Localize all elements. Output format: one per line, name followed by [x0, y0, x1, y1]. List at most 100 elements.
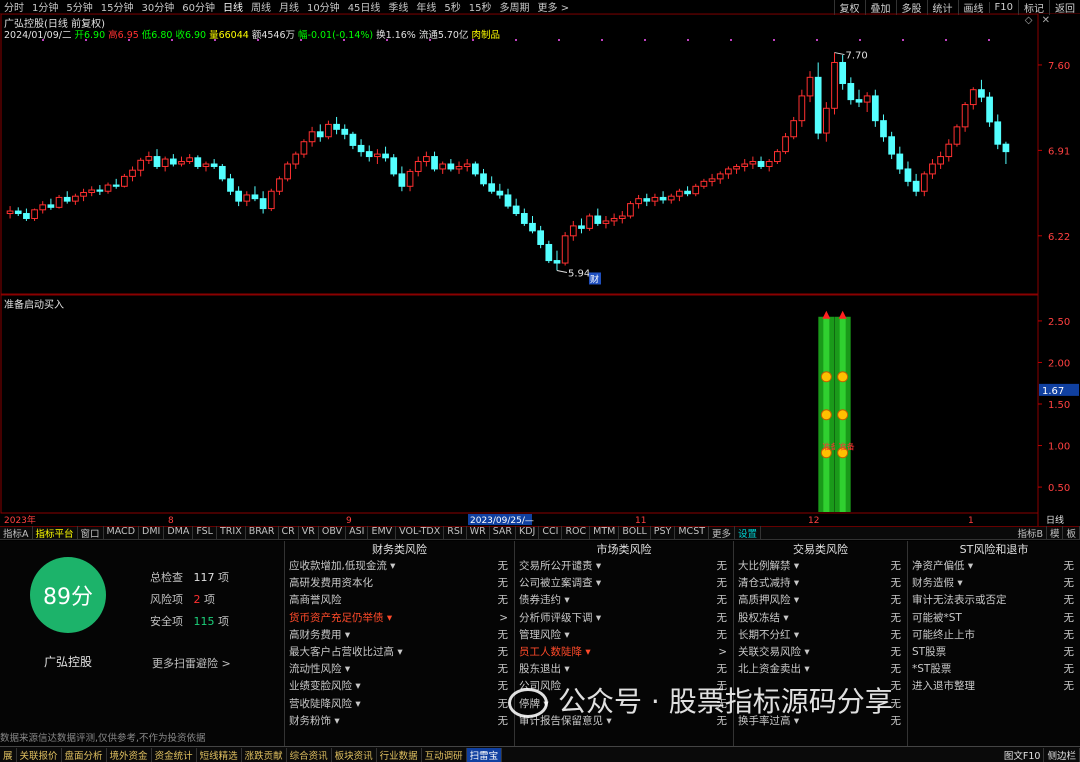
toolbar-button[interactable]: 叠加	[864, 0, 896, 15]
risk-row[interactable]: 公司被立案调查 ▾ 无	[515, 575, 733, 592]
timeframe-tab[interactable]: 30分钟	[137, 0, 178, 14]
risk-row[interactable]: 高商誉风险 无	[285, 592, 514, 609]
indicator-tab[interactable]: MCST	[675, 526, 710, 540]
risk-row[interactable]: 营收陡降风险 ▾ 无	[285, 696, 514, 713]
risk-row[interactable]: 债券违约 ▾ 无	[515, 592, 733, 609]
risk-row[interactable]: 关联交易风险 ▾ 无	[734, 644, 907, 661]
indicator-tab[interactable]: PSY	[651, 526, 676, 540]
indicator-tab[interactable]: MACD	[104, 526, 140, 540]
timeframe-tab[interactable]: 5分钟	[62, 0, 96, 14]
risk-row[interactable]: 高研发费用资本化 无	[285, 575, 514, 592]
risk-row[interactable]: 长期不分红 ▾ 无	[734, 627, 907, 644]
risk-row[interactable]: 进入退市整理 无	[908, 678, 1080, 695]
status-tab[interactable]: 盘面分析	[62, 747, 107, 762]
indicator-tab[interactable]: SAR	[490, 526, 517, 540]
risk-row[interactable]: 高质押风险 ▾ 无	[734, 592, 907, 609]
timeframe-tab[interactable]: 更多 >	[534, 0, 574, 14]
indicator-tab[interactable]: 设置	[735, 526, 762, 540]
indicator-tab[interactable]: DMI	[139, 526, 165, 540]
risk-row[interactable]: 最大客户占营收比过高 ▾ 无	[285, 644, 514, 661]
status-tab[interactable]: 涨跌贡献	[242, 747, 287, 762]
indicator-tab[interactable]: DMA	[164, 526, 194, 540]
indicator-tab[interactable]: MTM	[590, 526, 620, 540]
status-tab[interactable]: 关联报价	[17, 747, 62, 762]
timeframe-tab[interactable]: 周线	[247, 0, 275, 14]
timeframe-tab[interactable]: 5秒	[440, 0, 464, 14]
status-tab[interactable]: 互动调研	[422, 747, 467, 762]
risk-row[interactable]: 高财务费用 ▾ 无	[285, 627, 514, 644]
indicator-tab[interactable]: KDJ	[516, 526, 540, 540]
risk-row[interactable]: 财务造假 ▾ 无	[908, 575, 1080, 592]
kline-chart-area[interactable]: 7.60 6.91 6.22 7.70 5.94财 2.50 2.00 1.50 1.00 0.5…	[0, 14, 1080, 526]
risk-row[interactable]: 管理风险 ▾ 无	[515, 627, 733, 644]
risk-row[interactable]: ST股票 无	[908, 644, 1080, 661]
status-tab[interactable]: 境外资金	[107, 747, 152, 762]
status-tab[interactable]: 扫雷宝	[466, 747, 503, 762]
diamond-icon[interactable]: ◇	[1025, 15, 1033, 26]
status-tab[interactable]: 短线精选	[197, 747, 242, 762]
timeframe-tab[interactable]: 45日线	[344, 0, 385, 14]
status-right-button[interactable]: 侧边栏	[1044, 747, 1080, 762]
timeframe-tab[interactable]: 季线	[384, 0, 412, 14]
timeframe-tab[interactable]: 多周期	[496, 0, 534, 14]
timeframe-tab[interactable]: 年线	[412, 0, 440, 14]
indicator-tab[interactable]: RSI	[444, 526, 467, 540]
toolbar-button[interactable]: 统计	[926, 0, 958, 15]
indicator-tab[interactable]: 指标A	[0, 526, 33, 540]
indicator-tab-right[interactable]: 指标B	[1014, 526, 1047, 540]
close-icon[interactable]: ✕	[1042, 15, 1050, 26]
indicator-tab[interactable]: 更多	[709, 526, 736, 540]
risk-row[interactable]: 审计无法表示或否定 无	[908, 592, 1080, 609]
indicator-tab[interactable]: BOLL	[619, 526, 651, 540]
risk-row[interactable]: 净资产偏低 ▾ 无	[908, 558, 1080, 575]
risk-row[interactable]: 北上资金卖出 ▾ 无	[734, 661, 907, 678]
toolbar-button[interactable]: 多股	[895, 0, 927, 15]
timeframe-tab[interactable]: 分时	[0, 0, 28, 14]
risk-row[interactable]: 分析师评级下调 ▾ 无	[515, 610, 733, 627]
risk-row[interactable]: 员工人数陡降 ▾ >	[515, 644, 733, 661]
risk-row[interactable]: 货币资产充足仍举债 ▾ >	[285, 610, 514, 627]
risk-row[interactable]: *ST股票 无	[908, 661, 1080, 678]
toolbar-button[interactable]: 标记	[1018, 0, 1049, 15]
risk-row[interactable]: 股东退出 ▾ 无	[515, 661, 733, 678]
indicator-tab[interactable]: ROC	[562, 526, 591, 540]
risk-row[interactable]: 应收款增加,低现金流 ▾ 无	[285, 558, 514, 575]
status-tab[interactable]: 展	[0, 747, 17, 762]
toolbar-button[interactable]: 复权	[833, 0, 865, 15]
toolbar-button[interactable]: 返回	[1049, 0, 1080, 15]
toolbar-button[interactable]: 画线	[957, 0, 989, 15]
timeframe-tab[interactable]: 日线	[219, 0, 247, 14]
timeframe-tab[interactable]: 60分钟	[178, 0, 219, 14]
status-tab[interactable]: 综合资讯	[287, 747, 332, 762]
indicator-tab[interactable]: BRAR	[246, 526, 279, 540]
indicator-tab[interactable]: WR	[467, 526, 490, 540]
timeframe-tab[interactable]: 月线	[275, 0, 303, 14]
indicator-tab[interactable]: EMV	[368, 526, 397, 540]
indicator-tab-right[interactable]: 板	[1063, 526, 1080, 540]
panel-controls[interactable]: ◇ ✕	[1025, 15, 1050, 26]
risk-row[interactable]	[908, 713, 1080, 730]
toolbar-button[interactable]: F10	[988, 1, 1018, 13]
indicator-tab-right[interactable]: 模	[1047, 526, 1064, 540]
risk-row[interactable]: 交易所公开谴责 ▾ 无	[515, 558, 733, 575]
risk-row[interactable]: 可能被*ST 无	[908, 610, 1080, 627]
risk-row[interactable]: 清仓式减持 ▾ 无	[734, 575, 907, 592]
risk-row[interactable]: 大比例解禁 ▾ 无	[734, 558, 907, 575]
indicator-tab[interactable]: VR	[299, 526, 319, 540]
indicator-tab[interactable]: ASI	[346, 526, 369, 540]
status-tab[interactable]: 行业数据	[377, 747, 422, 762]
indicator-tab[interactable]: TRIX	[217, 526, 246, 540]
timeframe-tab[interactable]: 1分钟	[28, 0, 62, 14]
indicator-tab[interactable]: OBV	[319, 526, 347, 540]
status-tab[interactable]: 板块资讯	[332, 747, 377, 762]
timeframe-tab[interactable]: 15秒	[465, 0, 496, 14]
status-tab[interactable]: 资金统计	[152, 747, 197, 762]
risk-row[interactable]	[908, 696, 1080, 713]
indicator-tab[interactable]: CR	[279, 526, 299, 540]
indicator-tab[interactable]: 窗口	[78, 526, 104, 540]
risk-row[interactable]: 股权冻结 ▾ 无	[734, 610, 907, 627]
indicator-tab[interactable]: CCI	[539, 526, 563, 540]
risk-row[interactable]: 财务粉饰 ▾ 无	[285, 713, 514, 730]
timeframe-tab[interactable]: 15分钟	[97, 0, 138, 14]
risk-row[interactable]: 流动性风险 ▾ 无	[285, 661, 514, 678]
